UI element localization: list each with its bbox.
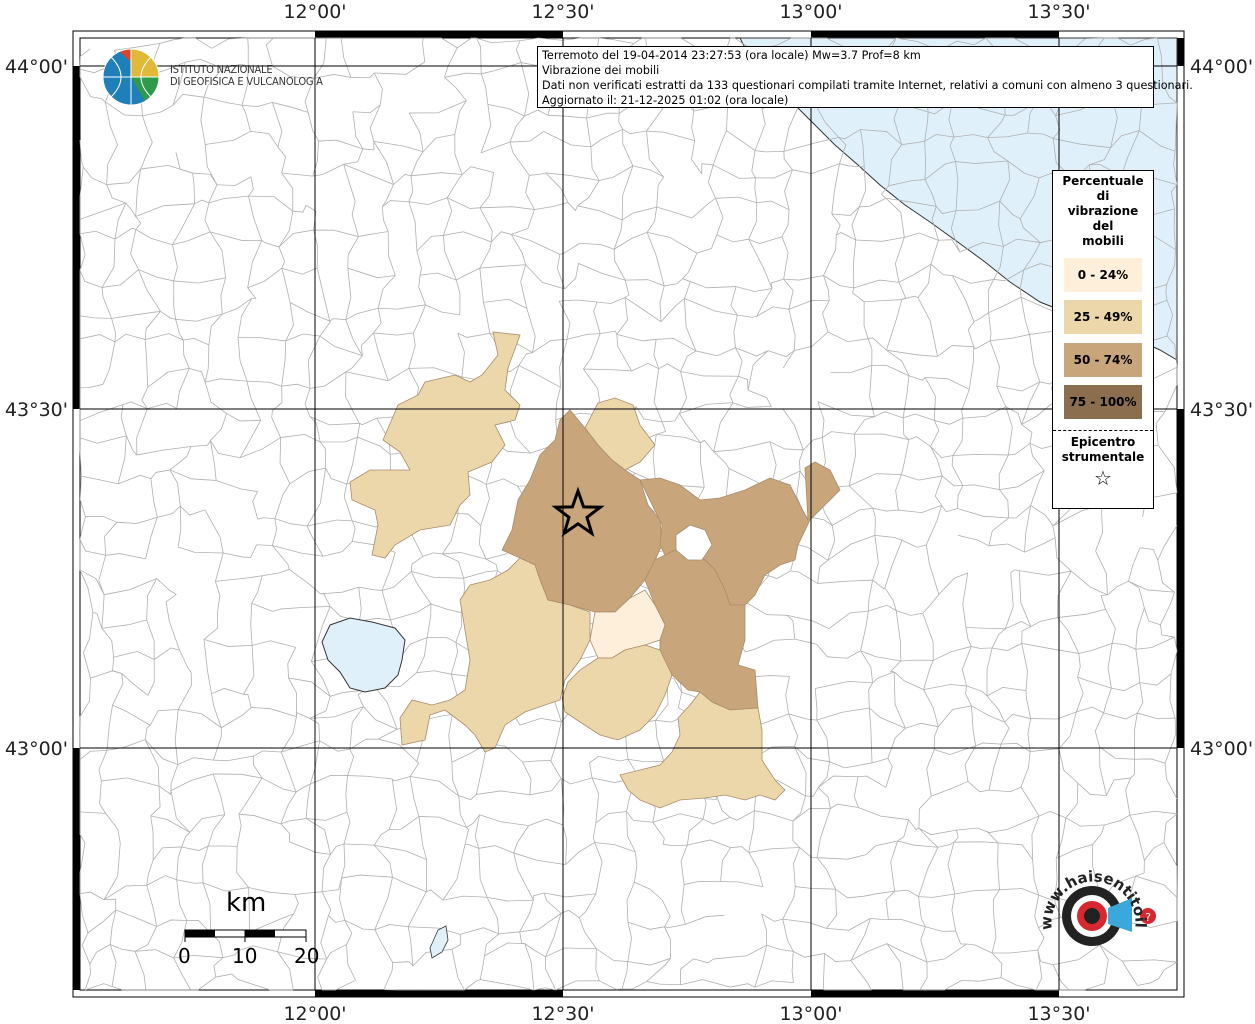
info-subtitle: Vibrazione dei mobili [542,64,660,77]
lon-label-bottom-2: 12°30' [531,1003,594,1024]
legend-title-line: vibrazione [1067,204,1139,218]
lon-label-bottom-3: 13°00' [779,1003,842,1024]
legend-star-icon: ☆ [1094,466,1112,490]
info-updated: Aggiornato il: 21-12-2025 01:02 (ora loc… [542,94,789,107]
intensity-map: 12°00' 12°30' 13°00' 13°30' 12°00' 12°30… [0,0,1253,1024]
lon-label-bottom-4: 13°30' [1027,1003,1090,1024]
legend-swatch-0-24: 0 - 24% [1064,258,1142,292]
lat-label-left-3: 43°00' [5,738,68,760]
legend-epicenter-line: Epicentro [1070,435,1136,449]
legend-swatch-25-49: 25 - 49% [1064,300,1142,334]
scale-label-20: 20 [294,944,320,968]
lat-label-right-3: 43°00' [1190,738,1253,760]
scale-label-10: 10 [232,944,258,968]
lat-label-left-2: 43°30' [5,399,68,421]
legend-title-line: del [1092,219,1114,233]
legend-swatch-75-100: 75 - 100% [1064,385,1142,419]
info-title: Terremoto del 19-04-2014 23:27:53 (ora l… [542,49,921,62]
legend-title: Percentuale di vibrazione del mobili [1053,174,1153,249]
ingv-logo-text: ISTITUTO NAZIONALE DI GEOFISICA E VULCAN… [170,64,323,88]
lon-label-bottom-1: 12°00' [283,1003,346,1024]
legend-epicenter-label: Epicentro strumentale [1053,435,1153,465]
lon-label-top-2: 12°30' [531,1,594,23]
lat-label-left-1: 44°00' [5,56,68,78]
lon-label-top-3: 13°00' [779,1,842,23]
legend-swatch-50-74: 50 - 74% [1064,343,1142,377]
legend-title-line: Percentuale [1062,174,1144,188]
ingv-logo-globe [102,48,160,106]
scale-label-0: 0 [178,944,191,968]
legend-title-line: mobili [1082,234,1124,248]
legend: Percentuale di vibrazione del mobili 0 -… [1052,170,1154,509]
lon-label-top-4: 13°30' [1027,1,1090,23]
lat-label-right-2: 43°30' [1190,399,1253,421]
legend-title-line: di [1096,189,1110,203]
lon-label-top-1: 12°00' [283,1,346,23]
info-note: Dati non verificati estratti da 133 ques… [542,79,1193,92]
lat-label-right-1: 44°00' [1190,56,1253,78]
info-box: Terremoto del 19-04-2014 23:27:53 (ora l… [537,46,1193,108]
legend-epicenter-line: strumentale [1061,450,1145,464]
ingv-line2: DI GEOFISICA E VULCANOLOGIA [170,75,323,88]
legend-separator [1053,430,1153,431]
scale-unit: km [226,888,267,918]
